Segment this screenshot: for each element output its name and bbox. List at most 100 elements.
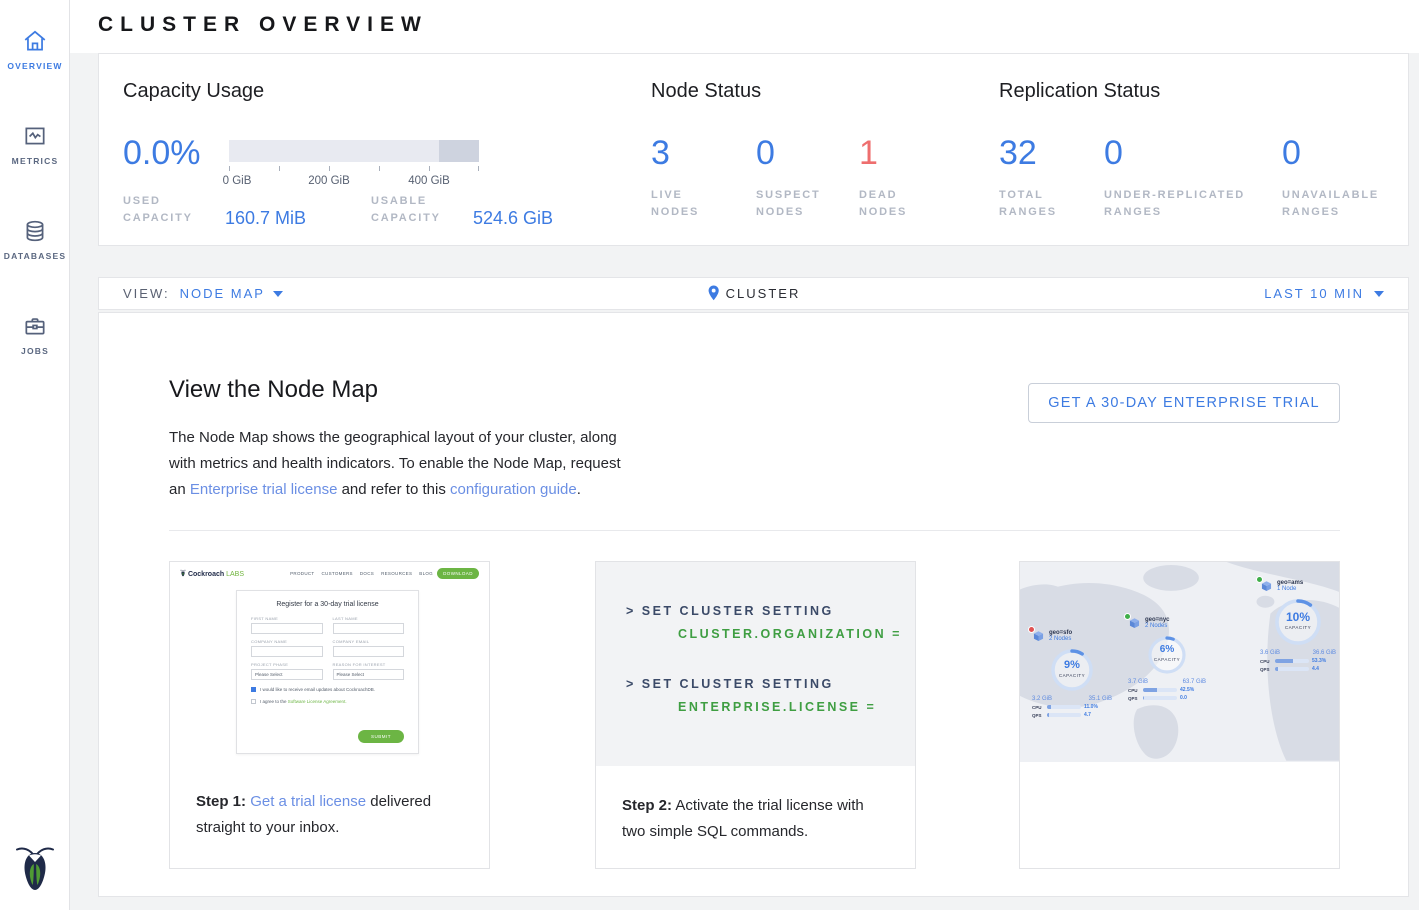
total-ranges-stat: 32 TOTAL RANGES	[999, 134, 1069, 221]
sidebar-item-databases[interactable]: DATABASES	[0, 204, 70, 271]
usable-capacity-label: USABLE CAPACITY	[371, 193, 457, 227]
status-dot-green	[1124, 613, 1131, 620]
cockroach-labs-logo	[0, 843, 70, 898]
map-pin-icon	[707, 285, 720, 301]
dead-nodes-stat: 1 DEAD NODES	[859, 134, 929, 221]
page-header: CLUSTER OVERVIEW	[70, 0, 1419, 53]
sql-argument: ENTERPRISE.LICENSE =	[678, 700, 915, 714]
node-map-heading: View the Node Map	[169, 376, 378, 404]
locality-badge-sfo: geo=sfo2 Nodes 9% CAPACITY 3.2 GiB35.1 G…	[1032, 630, 1112, 718]
mini-checkbox-checked	[251, 687, 256, 692]
node-status-title: Node Status	[651, 80, 761, 103]
unavailable-ranges-label: UNAVAILABLE RANGES	[1282, 187, 1392, 221]
description-text: and refer to this	[337, 481, 450, 498]
suspect-nodes-stat: 0 SUSPECT NODES	[756, 134, 836, 221]
under-replicated-ranges-stat: 0 UNDER-REPLICATED RANGES	[1104, 134, 1264, 221]
locality-badge-ams: geo=ams1 Node 10% CAPACITY 3.6 GiB36.6 G…	[1260, 580, 1336, 672]
dead-nodes-label: DEAD NODES	[859, 187, 929, 221]
suspect-nodes-label: SUSPECT NODES	[756, 187, 836, 221]
used-capacity-value: 160.7 MiB	[225, 208, 306, 229]
cockroach-bug-icon	[15, 843, 55, 893]
sidebar-item-jobs[interactable]: JOBS	[0, 299, 70, 366]
dead-nodes-value: 1	[859, 134, 878, 172]
gauge-tick-label: 0 GiB	[223, 175, 252, 187]
under-replicated-ranges-label: UNDER-REPLICATED RANGES	[1104, 187, 1264, 221]
capacity-gauge-ticks	[229, 166, 479, 172]
total-ranges-value: 32	[999, 134, 1037, 172]
node-status-section: Node Status 3 LIVE NODES 0 SUSPECT NODES…	[651, 54, 991, 245]
mini-trial-form: Register for a 30-day trial license FIRS…	[236, 590, 419, 754]
step-2-caption: Step 2: Activate the trial license with …	[596, 766, 915, 845]
status-dot-red	[1028, 626, 1035, 633]
usable-capacity-stat: USABLE CAPACITY 524.6 GiB	[371, 193, 553, 227]
registration-screenshot: Cockroach LABS PRODUCTCUSTOMERSDOCSRESOU…	[170, 562, 489, 762]
sidebar-item-metrics[interactable]: METRICS	[0, 109, 70, 176]
sidebar-item-label: JOBS	[0, 346, 70, 356]
unavailable-ranges-stat: 0 UNAVAILABLE RANGES	[1282, 134, 1392, 221]
capacity-gauge: 0 GiB 200 GiB 400 GiB	[229, 140, 479, 189]
node-map-preview: geo=sfo2 Nodes 9% CAPACITY 3.2 GiB35.1 G…	[1020, 562, 1339, 762]
capacity-usage-section: Capacity Usage 0.0% 0 GiB 200 GiB 400 Gi…	[123, 54, 633, 245]
sidebar-item-label: OVERVIEW	[0, 61, 70, 71]
step-1-card: Cockroach LABS PRODUCTCUSTOMERSDOCSRESOU…	[169, 561, 490, 869]
live-nodes-value: 3	[651, 134, 670, 172]
page-background-strip	[70, 897, 1419, 910]
mini-checkbox-unchecked	[251, 699, 256, 704]
live-nodes-stat: 3 LIVE NODES	[651, 134, 721, 221]
page-title: CLUSTER OVERVIEW	[98, 13, 428, 37]
view-selector-value: NODE MAP	[180, 286, 265, 301]
mini-site-nav: PRODUCTCUSTOMERSDOCSRESOURCESBLOG	[290, 571, 433, 576]
view-selector-dropdown[interactable]: NODE MAP	[180, 286, 283, 301]
replication-status-section: Replication Status 32 TOTAL RANGES 0 UND…	[999, 54, 1399, 245]
status-dot-green	[1256, 576, 1263, 583]
step-3-card: geo=sfo2 Nodes 9% CAPACITY 3.2 GiB35.1 G…	[1019, 561, 1340, 869]
capacity-gauge-used-segment	[439, 140, 479, 162]
mini-cockroach-logo: Cockroach LABS	[180, 569, 244, 578]
configuration-guide-link[interactable]: configuration guide	[450, 481, 577, 498]
live-nodes-label: LIVE NODES	[651, 187, 721, 221]
section-divider	[169, 530, 1340, 531]
used-capacity-stat: USED CAPACITY 160.7 MiB	[123, 193, 306, 227]
step-2-card: > SET CLUSTER SETTING CLUSTER.ORGANIZATI…	[595, 561, 916, 869]
cluster-summary-panel: Capacity Usage 0.0% 0 GiB 200 GiB 400 Gi…	[98, 53, 1409, 246]
enterprise-trial-button[interactable]: GET A 30-DAY ENTERPRISE TRIAL	[1028, 383, 1340, 423]
briefcase-icon	[22, 313, 48, 339]
home-icon	[22, 28, 48, 54]
capacity-used-percent: 0.0%	[123, 134, 201, 173]
capacity-usage-title: Capacity Usage	[123, 80, 264, 103]
sidebar-item-label: DATABASES	[0, 251, 70, 261]
replication-status-title: Replication Status	[999, 80, 1160, 103]
gauge-tick-label: 200 GiB	[308, 175, 350, 187]
locality-breadcrumb[interactable]: CLUSTER	[707, 285, 801, 301]
locality-label: CLUSTER	[726, 286, 801, 301]
enterprise-trial-license-link[interactable]: Enterprise trial license	[190, 481, 338, 498]
database-icon	[22, 218, 48, 244]
mini-form-title: Register for a 30-day trial license	[251, 601, 404, 608]
sidebar: OVERVIEW METRICS DATABASES JOBS	[0, 0, 70, 910]
under-replicated-ranges-value: 0	[1104, 134, 1123, 172]
unavailable-ranges-value: 0	[1282, 134, 1301, 172]
mini-download-button: DOWNLOAD	[437, 568, 479, 579]
locality-badge-nyc: geo=nyc2 Nodes 6% CAPACITY 3.7 GiB63.7 G…	[1128, 617, 1206, 701]
chevron-down-icon	[273, 291, 283, 297]
view-label: VIEW:	[123, 286, 170, 301]
time-range-value: LAST 10 MIN	[1264, 286, 1364, 301]
metrics-icon	[22, 123, 48, 149]
view-bar: VIEW: NODE MAP CLUSTER LAST 10 MIN	[98, 277, 1409, 310]
step-1-caption: Step 1: Get a trial license delivered st…	[170, 762, 489, 841]
sidebar-item-overview[interactable]: OVERVIEW	[0, 14, 70, 81]
sql-prompt: > SET CLUSTER SETTING	[626, 677, 915, 691]
chevron-down-icon	[1374, 291, 1384, 297]
gauge-tick-label: 400 GiB	[408, 175, 450, 187]
sql-commands-preview: > SET CLUSTER SETTING CLUSTER.ORGANIZATI…	[596, 562, 915, 766]
used-capacity-label: USED CAPACITY	[123, 193, 209, 227]
get-trial-license-link[interactable]: Get a trial license	[250, 793, 366, 810]
suspect-nodes-value: 0	[756, 134, 775, 172]
description-text: .	[577, 481, 581, 498]
node-map-description: The Node Map shows the geographical layo…	[169, 425, 641, 503]
sql-prompt: > SET CLUSTER SETTING	[626, 604, 915, 618]
time-range-dropdown[interactable]: LAST 10 MIN	[1264, 286, 1384, 301]
capacity-gauge-bar	[229, 140, 479, 162]
mini-submit-button: SUBMIT	[358, 730, 404, 743]
usable-capacity-value: 524.6 GiB	[473, 208, 553, 229]
